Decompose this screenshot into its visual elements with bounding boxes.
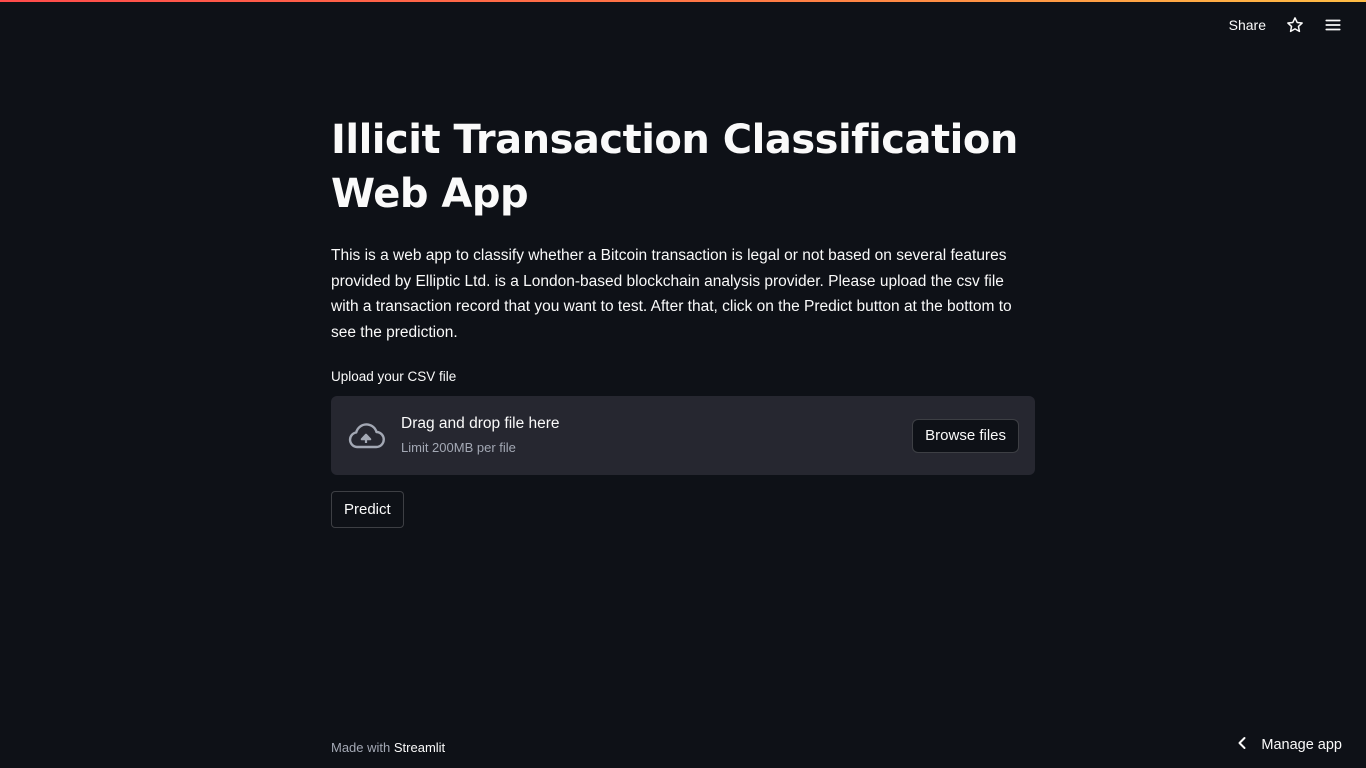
file-dropzone[interactable]: Drag and drop file here Limit 200MB per …: [331, 396, 1035, 475]
predict-button[interactable]: Predict: [331, 491, 404, 528]
manage-app-label: Manage app: [1261, 737, 1342, 753]
footer: Made with Streamlit: [331, 740, 445, 755]
hamburger-menu-icon[interactable]: [1314, 6, 1352, 44]
dropzone-limit: Limit 200MB per file: [401, 440, 516, 455]
share-button[interactable]: Share: [1219, 11, 1276, 39]
manage-app-button[interactable]: Manage app: [1237, 734, 1342, 756]
dropzone-title: Drag and drop file here: [401, 415, 560, 432]
top-decoration-bar: [0, 0, 1366, 2]
browse-files-button[interactable]: Browse files: [912, 418, 1019, 453]
dropzone-instructions: Drag and drop file here Limit 200MB per …: [401, 413, 912, 458]
star-icon[interactable]: [1276, 6, 1314, 44]
app-description: This is a web app to classify whether a …: [331, 247, 1012, 341]
cloud-upload-icon: [347, 421, 385, 451]
main-content: Illicit Transaction Classification Web A…: [331, 108, 1035, 528]
app-header: Share: [1219, 0, 1366, 50]
page-title: Illicit Transaction Classification Web A…: [331, 117, 1018, 217]
file-uploader-label: Upload your CSV file: [331, 369, 457, 384]
streamlit-link[interactable]: Streamlit: [394, 740, 445, 755]
footer-prefix: Made with: [331, 740, 394, 755]
chevron-left-icon: [1237, 736, 1247, 754]
